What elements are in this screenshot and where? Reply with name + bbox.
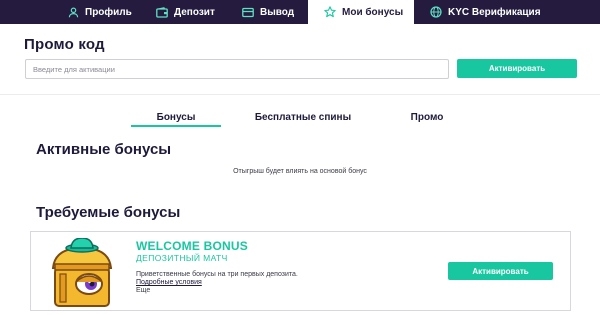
promo-activate-button[interactable]: Активировать	[457, 59, 577, 78]
subtab-free-spins[interactable]: Бесплатные спины	[240, 112, 366, 123]
bonus-more-link[interactable]: Еще	[136, 287, 150, 294]
tab-profile-label: Профиль	[85, 6, 132, 18]
active-bonuses-title: Активные бонусы	[36, 141, 172, 158]
bonus-card: WELCOME BONUS ДЕПОЗИТНЫЙ МАТЧ Приветстве…	[30, 231, 571, 311]
withdraw-icon	[242, 7, 254, 18]
section-divider	[0, 94, 600, 95]
active-subtab-indicator	[131, 125, 221, 127]
tab-kyc[interactable]: KYC Верификация	[424, 0, 554, 24]
tab-deposit-label: Депозит	[174, 6, 215, 18]
top-navigation: Профиль Депозит Вывод Мои бонусы KYC Вер…	[0, 0, 600, 24]
subtab-promo[interactable]: Промо	[398, 112, 456, 123]
bonus-name: WELCOME BONUS	[136, 239, 248, 253]
promo-title: Промо код	[24, 36, 105, 53]
globe-icon	[430, 6, 442, 18]
wallet-icon	[156, 6, 168, 18]
tab-my-bonuses[interactable]: Мои бонусы	[308, 0, 414, 24]
treasure-chest-icon	[47, 237, 119, 315]
bonus-type: ДЕПОЗИТНЫЙ МАТЧ	[136, 253, 228, 263]
required-bonuses-title: Требуемые бонусы	[36, 204, 181, 221]
bonus-terms-link[interactable]: Подробные условия	[136, 279, 202, 286]
tab-profile[interactable]: Профиль	[62, 0, 146, 24]
tab-withdraw[interactable]: Вывод	[236, 0, 306, 24]
promo-code-input[interactable]	[25, 59, 449, 79]
star-icon	[324, 6, 336, 18]
bonus-description: Приветственные бонусы на три первых депо…	[136, 271, 298, 278]
tab-deposit[interactable]: Депозит	[150, 0, 230, 24]
tab-kyc-label: KYC Верификация	[448, 6, 541, 18]
user-icon	[68, 7, 79, 18]
tab-withdraw-label: Вывод	[260, 6, 295, 18]
active-bonuses-note: Отыгрыш будет влиять на основой бонус	[233, 168, 367, 175]
subtab-bonuses[interactable]: Бонусы	[131, 112, 221, 123]
bonus-activate-button[interactable]: Активировать	[448, 262, 553, 280]
tab-my-bonuses-label: Мои бонусы	[342, 6, 404, 18]
